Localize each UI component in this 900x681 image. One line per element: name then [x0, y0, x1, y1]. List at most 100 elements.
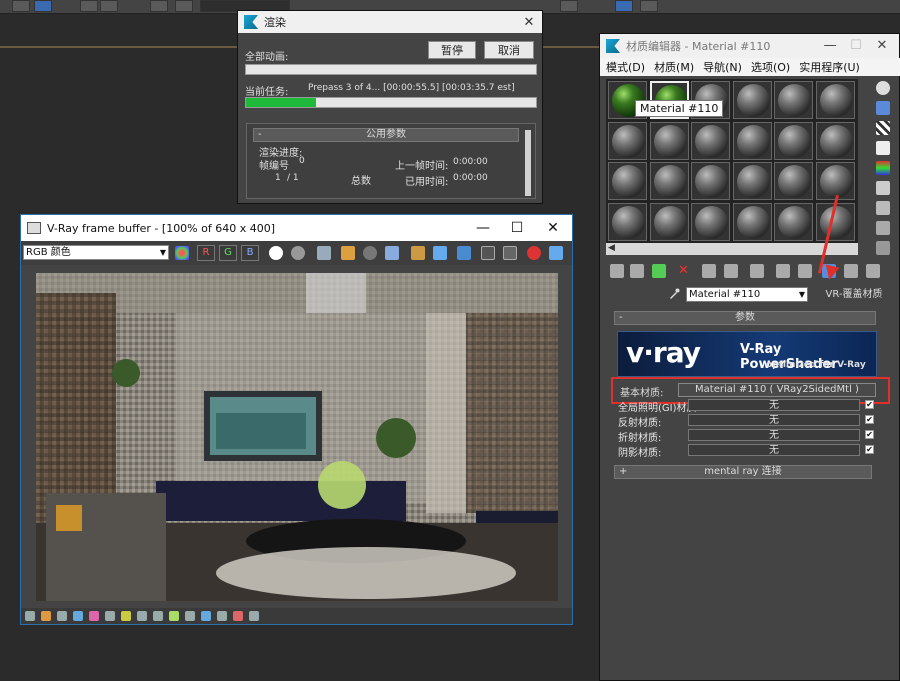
ocio-icon[interactable]	[169, 611, 179, 621]
levels-icon[interactable]	[73, 611, 83, 621]
chevron-left-icon[interactable]: ◀	[608, 243, 615, 253]
material-slot[interactable]	[608, 121, 647, 160]
material-map-navigator-icon[interactable]	[876, 241, 890, 255]
toolbar-tool-icon[interactable]	[80, 0, 98, 12]
shadow-material-checkbox[interactable]: ✔	[865, 445, 874, 454]
material-slot[interactable]	[732, 81, 772, 119]
srgb-icon[interactable]	[153, 611, 163, 621]
material-slot[interactable]	[691, 121, 730, 160]
material-slot[interactable]	[732, 202, 772, 241]
make-unique-icon[interactable]	[702, 264, 716, 278]
material-slot[interactable]	[732, 162, 772, 200]
maximize-icon[interactable]: ☐	[849, 38, 863, 53]
menu-options[interactable]: 选项(O)	[751, 59, 790, 75]
exposure-icon[interactable]	[105, 611, 115, 621]
cancel-button[interactable]: 取消	[484, 41, 534, 59]
channel-select[interactable]: RGB 颜色 ▼	[23, 245, 169, 260]
material-name-field[interactable]: Material #110 ▼	[686, 287, 808, 302]
toolbar-tool-icon[interactable]	[150, 0, 168, 12]
red-channel-button[interactable]: R	[197, 245, 215, 261]
maximize-icon[interactable]: ☐	[510, 220, 524, 236]
select-by-material-icon[interactable]	[876, 221, 890, 235]
get-material-icon[interactable]	[610, 264, 624, 278]
gi-material-checkbox[interactable]: ✔	[865, 400, 874, 409]
close-icon[interactable]: ✕	[875, 38, 889, 53]
material-slot[interactable]	[774, 121, 813, 160]
close-icon[interactable]: ✕	[546, 220, 560, 236]
go-forward-sibling-icon[interactable]	[844, 264, 858, 278]
toolbar-tool-icon[interactable]	[640, 0, 658, 12]
toolbar-tool-icon[interactable]	[34, 0, 52, 12]
lut-icon[interactable]	[41, 611, 51, 621]
open-folder-icon[interactable]	[341, 246, 355, 260]
clear-icon[interactable]	[363, 246, 377, 260]
gi-material-button[interactable]: 无	[688, 399, 860, 411]
delete-icon[interactable]: ✕	[678, 264, 692, 278]
show-map-icon[interactable]	[776, 264, 790, 278]
mated-titlebar[interactable]: 材质编辑器 - Material #110 — ☐ ✕	[600, 34, 899, 58]
balance-icon[interactable]	[121, 611, 131, 621]
compare-icon[interactable]	[201, 611, 211, 621]
toolbar-tool-icon[interactable]	[615, 0, 633, 12]
common-params-header[interactable]: - 公用参数	[253, 128, 519, 142]
green-channel-button[interactable]: G	[219, 245, 237, 261]
duplicate-icon[interactable]	[385, 246, 399, 260]
slots-scrollbar[interactable]: ◀	[606, 243, 858, 255]
hsl-icon[interactable]	[137, 611, 147, 621]
settings-icon[interactable]	[249, 611, 259, 621]
toolbar-tool-icon[interactable]	[175, 0, 193, 12]
pause-button[interactable]: 暂停	[428, 41, 476, 59]
uv-tiling-icon[interactable]	[876, 141, 890, 155]
make-preview-icon[interactable]	[876, 181, 890, 195]
menu-material[interactable]: 材质(M)	[654, 59, 694, 75]
assign-to-selection-icon[interactable]	[652, 264, 666, 278]
render-teapot-icon[interactable]	[549, 246, 563, 260]
mono-icon[interactable]	[291, 246, 305, 260]
minimize-icon[interactable]: —	[823, 38, 837, 53]
material-slot[interactable]	[774, 202, 813, 241]
menu-mode[interactable]: 模式(D)	[606, 59, 645, 75]
lens-effects-icon[interactable]	[481, 246, 495, 260]
put-to-library-icon[interactable]	[724, 264, 738, 278]
info-icon[interactable]	[57, 611, 67, 621]
pixel-info-icon[interactable]	[217, 611, 227, 621]
material-slot[interactable]	[649, 162, 689, 200]
material-slot[interactable]	[815, 121, 855, 160]
reflect-material-checkbox[interactable]: ✔	[865, 415, 874, 424]
material-slot[interactable]	[774, 81, 813, 119]
blue-channel-button[interactable]: B	[241, 245, 259, 261]
stereo-icon[interactable]	[233, 611, 243, 621]
history-icon[interactable]	[25, 611, 35, 621]
stamp-icon[interactable]	[185, 611, 195, 621]
backlight-icon[interactable]	[876, 101, 890, 115]
material-slot[interactable]	[774, 162, 813, 200]
video-color-icon[interactable]	[876, 161, 890, 175]
pick-from-object-icon[interactable]	[866, 264, 880, 278]
stop-render-icon[interactable]	[527, 246, 541, 260]
refract-material-checkbox[interactable]: ✔	[865, 430, 874, 439]
material-slot[interactable]	[649, 202, 689, 241]
eyedropper-icon[interactable]	[668, 288, 680, 300]
refract-material-button[interactable]: 无	[688, 429, 860, 441]
close-icon[interactable]: ✕	[522, 15, 536, 30]
menu-utilities[interactable]: 实用程序(U)	[799, 59, 860, 75]
teapot-render-icon[interactable]	[433, 246, 447, 260]
show-end-result-icon[interactable]	[798, 264, 812, 278]
material-slot[interactable]	[608, 202, 647, 241]
material-slot[interactable]	[732, 121, 772, 160]
toolbar-tool-icon[interactable]	[12, 0, 30, 12]
alpha-white-icon[interactable]	[269, 246, 283, 260]
menu-navigation[interactable]: 导航(N)	[703, 59, 742, 75]
shadow-material-button[interactable]: 无	[688, 444, 860, 456]
region-render-icon[interactable]	[411, 246, 425, 260]
minimize-icon[interactable]: —	[476, 220, 490, 236]
material-id-icon[interactable]	[750, 264, 764, 278]
background-icon[interactable]	[876, 121, 890, 135]
toolbar-tool-icon[interactable]	[100, 0, 118, 12]
put-to-scene-icon[interactable]	[630, 264, 644, 278]
material-slot[interactable]	[649, 121, 689, 160]
render-titlebar[interactable]: 渲染 ✕	[238, 11, 542, 33]
toolbar-tool-icon[interactable]	[560, 0, 578, 12]
rollout-scrollbar[interactable]	[525, 130, 531, 196]
chevron-down-icon[interactable]: ▼	[799, 288, 805, 301]
